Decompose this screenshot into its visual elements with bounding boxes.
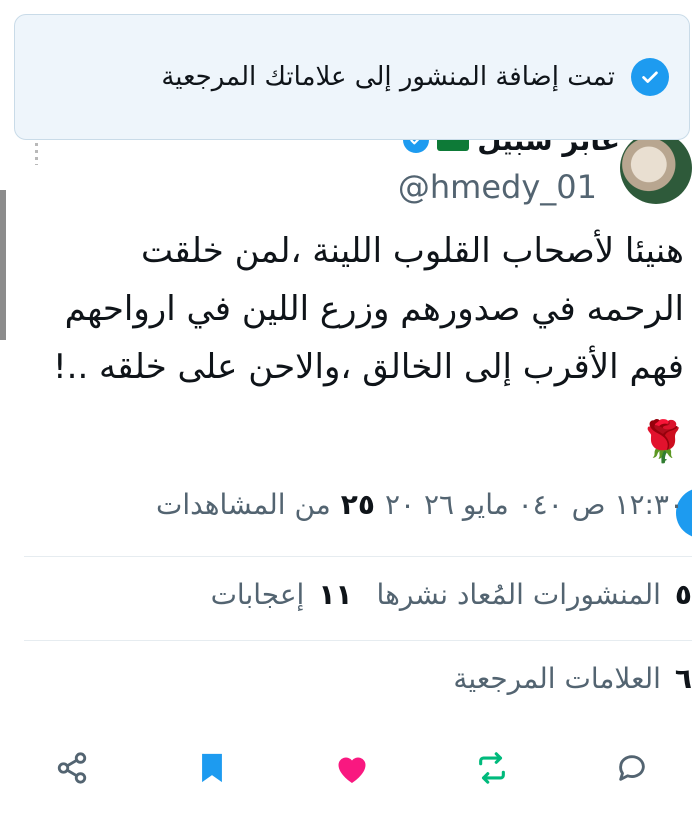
tweet-text: هنيئا لأصحاب القلوب اللينة ،لمن خلقت الر… (4, 222, 684, 396)
tweet-line: فهم الأقرب إلى الخالق ،والاحن على خلقه .… (53, 347, 684, 387)
likes-label[interactable]: إعجابات (211, 578, 305, 611)
toast-message: تمت إضافة المنشور إلى علاماتك المرجعية (161, 62, 615, 92)
likes-count[interactable]: ١١ (318, 578, 352, 611)
bookmark-toast: تمت إضافة المنشور إلى علاماتك المرجعية (14, 14, 690, 140)
reply-icon[interactable] (612, 748, 652, 788)
divider (24, 556, 692, 557)
author-handle[interactable]: @hmedy_01 (398, 168, 597, 206)
reposts-count[interactable]: ٥ (675, 578, 692, 611)
tweet-line: الرحمه في صدورهم وزرع اللين في ارواحهم (64, 289, 684, 329)
thread-line (35, 143, 38, 165)
like-icon[interactable] (332, 748, 372, 788)
bookmarks-label[interactable]: العلامات المرجعية (453, 662, 661, 695)
bookmarks-count[interactable]: ٦ (675, 662, 692, 695)
check-circle-icon (631, 58, 669, 96)
timestamp[interactable]: ١٢:٣٠ ص ٠٤٠ مايو ٢٦ ٢٠ (385, 488, 684, 521)
reposts-label[interactable]: المنشورات المُعاد نشرها (377, 578, 661, 611)
tweet-meta: ١٢:٣٠ ص ٠٤٠ مايو ٢٦ ٢٠ ٢٥ من المشاهدات (156, 488, 684, 521)
action-bar (0, 740, 692, 796)
engagement-stats: ٥ المنشورات المُعاد نشرها ١١ إعجابات (211, 578, 692, 611)
avatar[interactable] (620, 132, 692, 204)
divider (24, 640, 692, 641)
views-count: ٢٥ (340, 488, 375, 521)
views-label: من المشاهدات (155, 488, 331, 521)
share-icon[interactable] (52, 748, 92, 788)
repost-icon[interactable] (472, 748, 512, 788)
bookmark-icon[interactable] (192, 748, 232, 788)
bookmark-stats: ٦ العلامات المرجعية (453, 662, 692, 695)
rose-emoji: 🌹 (638, 419, 688, 465)
tweet-line: هنيئا لأصحاب القلوب اللينة ،لمن خلقت (140, 231, 684, 271)
